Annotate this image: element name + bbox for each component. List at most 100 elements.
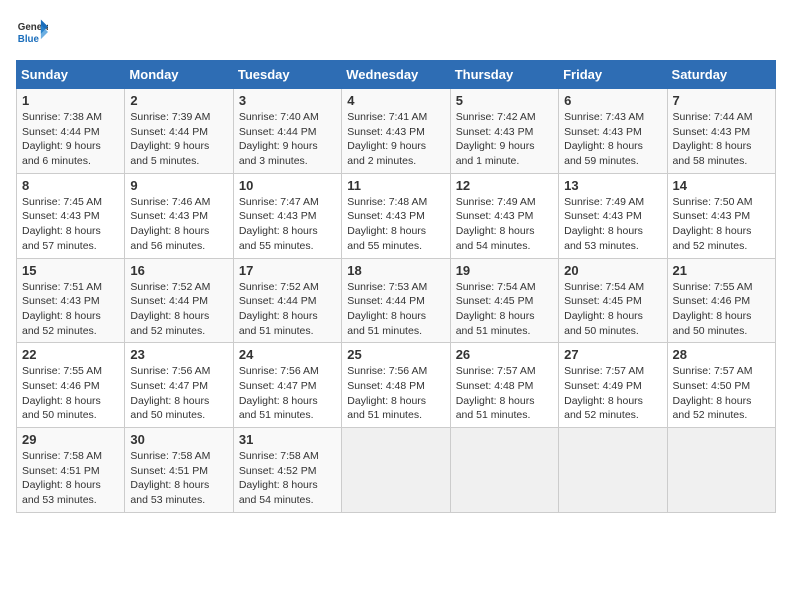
day-info: Sunrise: 7:46 AM Sunset: 4:43 PM Dayligh… xyxy=(130,195,227,254)
calendar-cell: 12Sunrise: 7:49 AM Sunset: 4:43 PM Dayli… xyxy=(450,173,558,258)
day-info: Sunrise: 7:39 AM Sunset: 4:44 PM Dayligh… xyxy=(130,110,227,169)
day-info: Sunrise: 7:52 AM Sunset: 4:44 PM Dayligh… xyxy=(130,280,227,339)
calendar-cell: 3 Sunrise: 7:40 AM Sunset: 4:44 PM Daylig… xyxy=(233,89,341,174)
day-number: 14 xyxy=(673,178,770,193)
day-number: 29 xyxy=(22,432,119,447)
day-info: Sunrise: 7:49 AM Sunset: 4:43 PM Dayligh… xyxy=(456,195,553,254)
day-number: 16 xyxy=(130,263,227,278)
day-info: Sunrise: 7:57 AM Sunset: 4:48 PM Dayligh… xyxy=(456,364,553,423)
calendar-cell xyxy=(450,428,558,513)
day-number: 1 xyxy=(22,93,119,108)
day-info: Sunrise: 7:42 AM Sunset: 4:43 PM Dayligh… xyxy=(456,110,553,169)
day-info: Sunrise: 7:50 AM Sunset: 4:43 PM Dayligh… xyxy=(673,195,770,254)
calendar-cell: 27 Sunrise: 7:57 AM Sunset: 4:49 PM Dayli… xyxy=(559,343,667,428)
calendar-cell: 19 Sunrise: 7:54 AM Sunset: 4:45 PM Dayli… xyxy=(450,258,558,343)
calendar-cell: 31 Sunrise: 7:58 AM Sunset: 4:52 PM Dayli… xyxy=(233,428,341,513)
calendar-cell: 8 Sunrise: 7:45 AM Sunset: 4:43 PM Daylig… xyxy=(17,173,125,258)
day-number: 19 xyxy=(456,263,553,278)
calendar-cell: 6 Sunrise: 7:43 AM Sunset: 4:43 PM Daylig… xyxy=(559,89,667,174)
calendar-cell: 26 Sunrise: 7:57 AM Sunset: 4:48 PM Dayli… xyxy=(450,343,558,428)
day-number: 7 xyxy=(673,93,770,108)
weekday-header-wednesday: Wednesday xyxy=(342,61,450,89)
day-info: Sunrise: 7:52 AM Sunset: 4:44 PM Dayligh… xyxy=(239,280,336,339)
day-info: Sunrise: 7:51 AM Sunset: 4:43 PM Dayligh… xyxy=(22,280,119,339)
day-info: Sunrise: 7:45 AM Sunset: 4:43 PM Dayligh… xyxy=(22,195,119,254)
day-info: Sunrise: 7:57 AM Sunset: 4:49 PM Dayligh… xyxy=(564,364,661,423)
calendar-cell: 22 Sunrise: 7:55 AM Sunset: 4:46 PM Dayli… xyxy=(17,343,125,428)
weekday-header-sunday: Sunday xyxy=(17,61,125,89)
calendar-cell: 15 Sunrise: 7:51 AM Sunset: 4:43 PM Dayli… xyxy=(17,258,125,343)
calendar-cell: 9Sunrise: 7:46 AM Sunset: 4:43 PM Daylig… xyxy=(125,173,233,258)
calendar-cell: 17 Sunrise: 7:52 AM Sunset: 4:44 PM Dayli… xyxy=(233,258,341,343)
day-info: Sunrise: 7:54 AM Sunset: 4:45 PM Dayligh… xyxy=(564,280,661,339)
day-number: 13 xyxy=(564,178,661,193)
day-info: Sunrise: 7:43 AM Sunset: 4:43 PM Dayligh… xyxy=(564,110,661,169)
calendar-cell: 7 Sunrise: 7:44 AM Sunset: 4:43 PM Daylig… xyxy=(667,89,775,174)
day-number: 26 xyxy=(456,347,553,362)
day-number: 15 xyxy=(22,263,119,278)
day-number: 24 xyxy=(239,347,336,362)
day-info: Sunrise: 7:41 AM Sunset: 4:43 PM Dayligh… xyxy=(347,110,444,169)
weekday-header-tuesday: Tuesday xyxy=(233,61,341,89)
logo-icon: General Blue xyxy=(16,16,48,48)
calendar-cell: 11Sunrise: 7:48 AM Sunset: 4:43 PM Dayli… xyxy=(342,173,450,258)
day-number: 6 xyxy=(564,93,661,108)
day-info: Sunrise: 7:58 AM Sunset: 4:51 PM Dayligh… xyxy=(130,449,227,508)
day-number: 27 xyxy=(564,347,661,362)
day-number: 30 xyxy=(130,432,227,447)
day-info: Sunrise: 7:54 AM Sunset: 4:45 PM Dayligh… xyxy=(456,280,553,339)
day-number: 8 xyxy=(22,178,119,193)
day-info: Sunrise: 7:38 AM Sunset: 4:44 PM Dayligh… xyxy=(22,110,119,169)
weekday-header-monday: Monday xyxy=(125,61,233,89)
day-number: 11 xyxy=(347,178,444,193)
day-number: 23 xyxy=(130,347,227,362)
day-number: 28 xyxy=(673,347,770,362)
day-number: 10 xyxy=(239,178,336,193)
day-number: 22 xyxy=(22,347,119,362)
calendar-cell: 18 Sunrise: 7:53 AM Sunset: 4:44 PM Dayli… xyxy=(342,258,450,343)
calendar-cell: 16 Sunrise: 7:52 AM Sunset: 4:44 PM Dayli… xyxy=(125,258,233,343)
day-number: 17 xyxy=(239,263,336,278)
calendar-cell xyxy=(342,428,450,513)
day-info: Sunrise: 7:58 AM Sunset: 4:52 PM Dayligh… xyxy=(239,449,336,508)
day-number: 20 xyxy=(564,263,661,278)
calendar-cell xyxy=(667,428,775,513)
calendar-cell: 1 Sunrise: 7:38 AM Sunset: 4:44 PM Daylig… xyxy=(17,89,125,174)
weekday-header-friday: Friday xyxy=(559,61,667,89)
day-number: 2 xyxy=(130,93,227,108)
calendar-cell: 28 Sunrise: 7:57 AM Sunset: 4:50 PM Dayli… xyxy=(667,343,775,428)
svg-text:Blue: Blue xyxy=(18,34,40,45)
calendar-cell: 24Sunrise: 7:56 AM Sunset: 4:47 PM Dayli… xyxy=(233,343,341,428)
page-header: General Blue xyxy=(16,16,776,48)
calendar-cell: 10Sunrise: 7:47 AM Sunset: 4:43 PM Dayli… xyxy=(233,173,341,258)
day-info: Sunrise: 7:57 AM Sunset: 4:50 PM Dayligh… xyxy=(673,364,770,423)
day-number: 5 xyxy=(456,93,553,108)
day-number: 31 xyxy=(239,432,336,447)
day-info: Sunrise: 7:58 AM Sunset: 4:51 PM Dayligh… xyxy=(22,449,119,508)
calendar-cell xyxy=(559,428,667,513)
day-info: Sunrise: 7:44 AM Sunset: 4:43 PM Dayligh… xyxy=(673,110,770,169)
logo: General Blue xyxy=(16,16,48,48)
calendar-cell: 2 Sunrise: 7:39 AM Sunset: 4:44 PM Daylig… xyxy=(125,89,233,174)
day-number: 3 xyxy=(239,93,336,108)
day-info: Sunrise: 7:55 AM Sunset: 4:46 PM Dayligh… xyxy=(22,364,119,423)
day-number: 25 xyxy=(347,347,444,362)
calendar-cell: 29 Sunrise: 7:58 AM Sunset: 4:51 PM Dayli… xyxy=(17,428,125,513)
day-info: Sunrise: 7:55 AM Sunset: 4:46 PM Dayligh… xyxy=(673,280,770,339)
calendar-cell: 13Sunrise: 7:49 AM Sunset: 4:43 PM Dayli… xyxy=(559,173,667,258)
calendar-cell: 4 Sunrise: 7:41 AM Sunset: 4:43 PM Daylig… xyxy=(342,89,450,174)
weekday-header-saturday: Saturday xyxy=(667,61,775,89)
calendar-cell: 14 Sunrise: 7:50 AM Sunset: 4:43 PM Dayli… xyxy=(667,173,775,258)
day-info: Sunrise: 7:40 AM Sunset: 4:44 PM Dayligh… xyxy=(239,110,336,169)
day-info: Sunrise: 7:53 AM Sunset: 4:44 PM Dayligh… xyxy=(347,280,444,339)
calendar-cell: 5 Sunrise: 7:42 AM Sunset: 4:43 PM Daylig… xyxy=(450,89,558,174)
day-number: 21 xyxy=(673,263,770,278)
day-number: 18 xyxy=(347,263,444,278)
day-info: Sunrise: 7:56 AM Sunset: 4:47 PM Dayligh… xyxy=(130,364,227,423)
calendar-cell: 23 Sunrise: 7:56 AM Sunset: 4:47 PM Dayli… xyxy=(125,343,233,428)
weekday-header-thursday: Thursday xyxy=(450,61,558,89)
calendar-cell: 30 Sunrise: 7:58 AM Sunset: 4:51 PM Dayli… xyxy=(125,428,233,513)
day-info: Sunrise: 7:56 AM Sunset: 4:48 PM Dayligh… xyxy=(347,364,444,423)
day-number: 4 xyxy=(347,93,444,108)
calendar-table: SundayMondayTuesdayWednesdayThursdayFrid… xyxy=(16,60,776,513)
